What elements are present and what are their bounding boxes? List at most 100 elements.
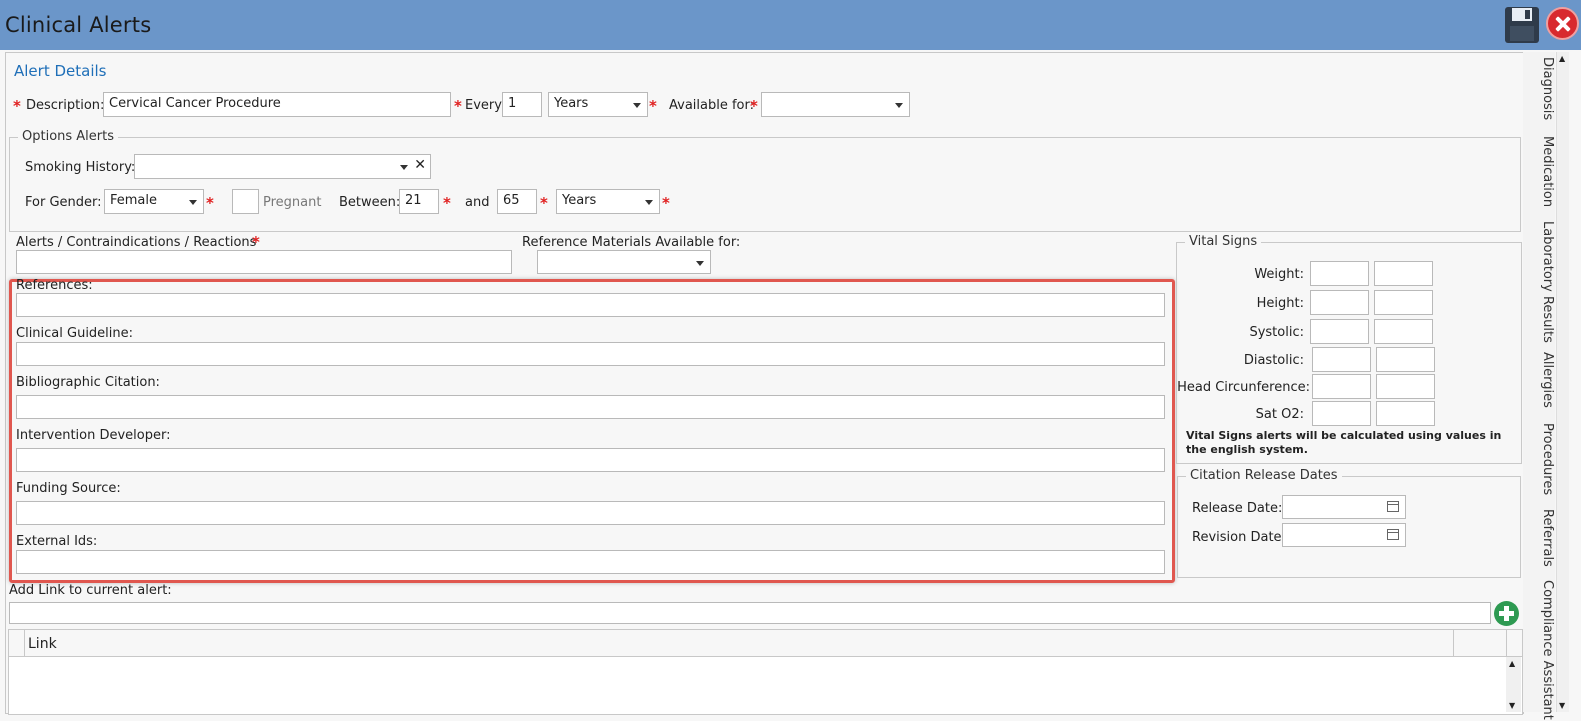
height-input[interactable] — [1310, 290, 1369, 315]
add-link-button[interactable] — [1494, 601, 1519, 626]
scroll-up-icon[interactable]: ▲ — [1559, 54, 1565, 63]
systolic-input[interactable] — [1310, 319, 1369, 344]
pregnant-checkbox[interactable] — [232, 189, 259, 214]
grid-scrollbar[interactable]: ▲ ▼ — [1506, 657, 1521, 712]
systolic-input-secondary[interactable] — [1374, 319, 1433, 344]
references-label: References: — [16, 278, 93, 293]
funding-source-input[interactable] — [16, 501, 1165, 525]
tab-medication[interactable]: Medication — [1523, 136, 1555, 207]
required-marker: * — [13, 97, 21, 115]
systolic-label: Systolic: — [1249, 325, 1304, 340]
between-label: Between: — [339, 195, 401, 210]
side-tab-bar: Diagnosis Medication Laboratory Results … — [1523, 52, 1555, 720]
every-label: Every: — [465, 98, 506, 113]
title-bar: Clinical Alerts — [0, 0, 1581, 50]
description-label: Description: — [26, 98, 105, 113]
add-link-label: Add Link to current alert: — [9, 583, 172, 598]
save-button[interactable] — [1504, 6, 1540, 44]
bibliographic-citation-input[interactable] — [16, 395, 1165, 419]
tab-procedures[interactable]: Procedures — [1523, 423, 1555, 495]
intervention-developer-label: Intervention Developer: — [16, 428, 171, 443]
alert-details-heading: Alert Details — [14, 62, 107, 80]
calendar-icon[interactable] — [1387, 501, 1399, 512]
floppy-disk-icon — [1505, 7, 1539, 43]
intervention-developer-input[interactable] — [16, 448, 1165, 472]
required-marker: * — [750, 97, 758, 115]
highlighted-reference-region — [9, 279, 1175, 583]
every-unit-select[interactable]: Years — [548, 92, 648, 117]
height-input-secondary[interactable] — [1374, 290, 1433, 315]
funding-source-label: Funding Source: — [16, 481, 121, 496]
page-scrollbar[interactable]: ▲ ▼ — [1556, 52, 1569, 712]
clear-icon[interactable]: ✕ — [414, 157, 426, 173]
available-for-label: Available for: — [669, 98, 755, 113]
age-unit-select[interactable]: Years — [556, 189, 660, 214]
head-circumference-input-secondary[interactable] — [1376, 374, 1435, 399]
sat-o2-input-secondary[interactable] — [1376, 401, 1435, 426]
age-from-input[interactable]: 21 — [399, 189, 439, 214]
vital-signs-legend: Vital Signs — [1185, 234, 1262, 249]
scroll-up-icon[interactable]: ▲ — [1509, 659, 1515, 668]
plus-icon — [1499, 606, 1514, 621]
options-alerts-group: Options Alerts — [9, 129, 1521, 232]
tab-referrals[interactable]: Referrals — [1523, 509, 1555, 567]
gender-value: Female — [110, 193, 158, 208]
link-column-header[interactable]: Link — [28, 636, 57, 652]
required-marker: * — [649, 97, 657, 115]
alert-form: Alert Details * Description: Cervical Ca… — [5, 52, 1524, 715]
reference-materials-select[interactable] — [537, 250, 711, 274]
available-for-select[interactable] — [761, 92, 910, 117]
external-ids-input[interactable] — [16, 550, 1165, 574]
clinical-guideline-label: Clinical Guideline: — [16, 326, 134, 341]
head-circumference-label: Head Circunference: — [1177, 380, 1310, 395]
tab-compliance-assistant[interactable]: Compliance Assistant — [1523, 580, 1555, 720]
alerts-contraindications-input[interactable] — [16, 250, 512, 274]
external-ids-label: External Ids: — [16, 534, 98, 549]
references-input[interactable] — [16, 293, 1165, 317]
vital-signs-note: Vital Signs alerts will be calculated us… — [1186, 429, 1502, 456]
close-button[interactable] — [1546, 7, 1579, 40]
required-marker: * — [540, 194, 548, 212]
clinical-guideline-input[interactable] — [16, 342, 1165, 366]
required-marker: * — [443, 194, 451, 212]
calendar-icon[interactable] — [1387, 529, 1399, 540]
diastolic-input-secondary[interactable] — [1376, 347, 1435, 372]
revision-date-label: Revision Date: — [1192, 530, 1286, 545]
link-grid-header: Link — [9, 630, 1522, 657]
citation-release-legend: Citation Release Dates — [1186, 468, 1342, 483]
tab-allergies[interactable]: Allergies — [1523, 352, 1555, 408]
release-date-label: Release Date: — [1192, 501, 1283, 516]
tab-laboratory-results[interactable]: Laboratory Results — [1523, 221, 1555, 343]
every-unit-value: Years — [554, 96, 589, 111]
required-marker: * — [252, 233, 260, 251]
sat-o2-input[interactable] — [1312, 401, 1371, 426]
diastolic-input[interactable] — [1312, 347, 1371, 372]
head-circumference-input[interactable] — [1312, 374, 1371, 399]
age-to-input[interactable]: 65 — [497, 189, 537, 214]
smoking-history-label: Smoking History: — [25, 160, 136, 175]
options-alerts-legend: Options Alerts — [18, 129, 119, 144]
and-label: and — [465, 195, 490, 210]
height-label: Height: — [1256, 296, 1304, 311]
revision-date-input[interactable] — [1282, 523, 1406, 547]
gender-select[interactable]: Female — [104, 189, 204, 214]
window-title: Clinical Alerts — [5, 13, 152, 37]
smoking-history-select[interactable]: ✕ — [134, 154, 431, 179]
pregnant-label: Pregnant — [263, 195, 322, 210]
alerts-contraindications-label: Alerts / Contraindications / Reactions — [16, 235, 257, 250]
release-date-input[interactable] — [1282, 495, 1406, 519]
weight-input[interactable] — [1310, 261, 1369, 286]
tab-diagnosis[interactable]: Diagnosis — [1523, 57, 1555, 120]
every-input[interactable]: 1 — [502, 92, 542, 117]
reference-materials-label: Reference Materials Available for: — [522, 235, 741, 250]
diastolic-label: Diastolic: — [1243, 353, 1304, 368]
weight-label: Weight: — [1254, 267, 1304, 282]
sat-o2-label: Sat O2: — [1255, 407, 1304, 422]
bibliographic-citation-label: Bibliographic Citation: — [16, 375, 160, 390]
description-input[interactable]: Cervical Cancer Procedure — [103, 92, 451, 117]
add-link-input[interactable] — [9, 602, 1491, 624]
scroll-down-icon[interactable]: ▼ — [1559, 701, 1565, 710]
scroll-down-icon[interactable]: ▼ — [1509, 701, 1515, 710]
required-marker: * — [206, 194, 214, 212]
weight-input-secondary[interactable] — [1374, 261, 1433, 286]
